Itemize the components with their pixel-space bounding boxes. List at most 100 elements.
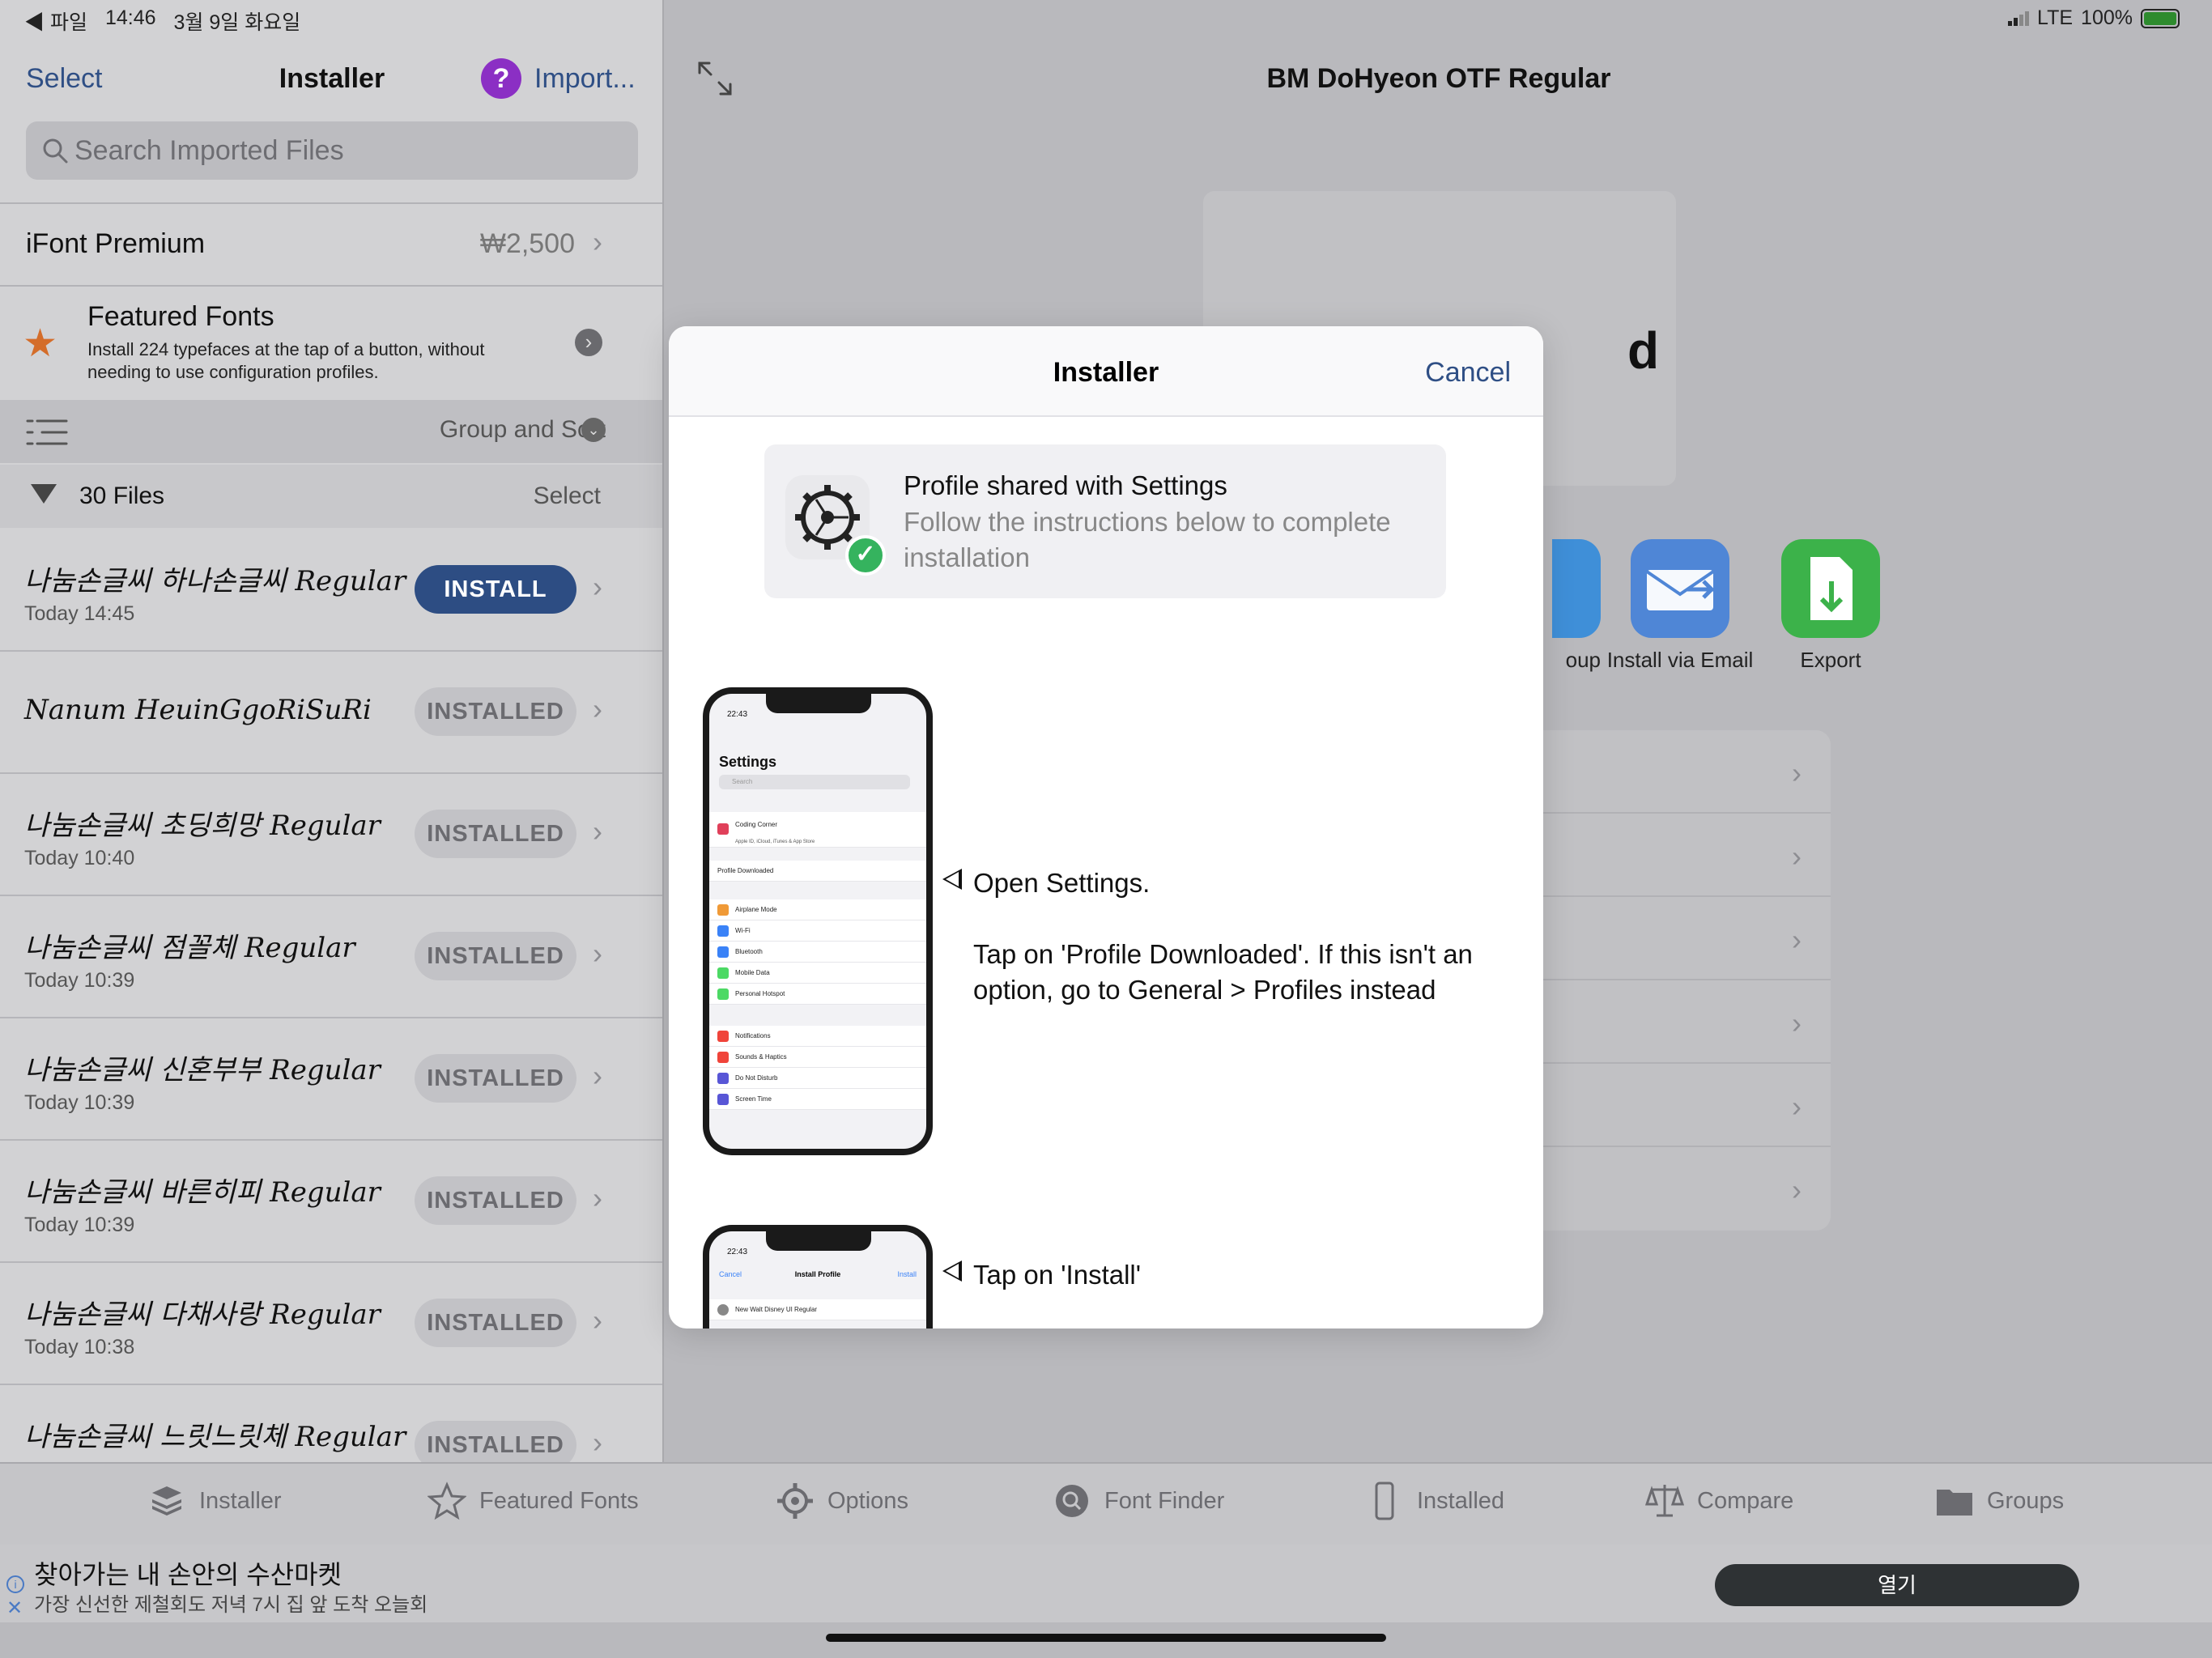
font-name: Nanum HeuinGgoRiSuRi	[24, 694, 372, 726]
font-row[interactable]: 나눔손글씨 초딩희망 Regular Today 10:40 INSTALLED…	[0, 774, 662, 896]
font-date: Today 10:39	[24, 969, 135, 992]
ifont-premium-row[interactable]: iFont Premium ₩2,500 ›	[0, 204, 662, 285]
installed-button[interactable]: INSTALLED	[415, 1176, 576, 1225]
featured-fonts-row[interactable]: ★ Featured Fonts Install 224 typefaces a…	[0, 287, 662, 398]
phone-install-profile-heading: Install Profile	[794, 1270, 841, 1278]
search-icon	[43, 138, 68, 164]
font-date: Today 10:38	[24, 1336, 135, 1358]
options-row[interactable]: ›	[1504, 897, 1831, 980]
tab-installer[interactable]: Installer	[147, 1482, 282, 1520]
tab-installed[interactable]: Installed	[1365, 1482, 1504, 1520]
import-button[interactable]: Import...	[534, 63, 636, 95]
phone-search: Search	[719, 775, 910, 789]
installed-button[interactable]: INSTALLED	[415, 1054, 576, 1103]
installed-button[interactable]: INSTALLED	[415, 687, 576, 736]
chevron-right-icon: ›	[593, 937, 602, 970]
settings-phone-illustration: 22:43 Settings Search Coding Corner Appl…	[703, 687, 933, 1155]
back-to-files-link[interactable]: ◀ 파일	[24, 6, 87, 36]
preview-glyph: d	[1627, 321, 1660, 380]
gear-icon	[777, 1483, 813, 1519]
installed-button[interactable]: INSTALLED	[415, 1421, 576, 1462]
ad-close-icon[interactable]: ✕	[6, 1596, 23, 1620]
phone-account-name: Coding Corner	[735, 821, 778, 828]
star-icon: ★	[23, 322, 58, 365]
home-indicator[interactable]	[826, 1634, 1386, 1642]
ad-open-button[interactable]: 열기	[1715, 1564, 2079, 1606]
help-icon[interactable]: ?	[481, 58, 521, 99]
gear-icon	[717, 1304, 729, 1316]
phone-notch	[766, 694, 871, 713]
font-row[interactable]: 나눔손글씨 하나손글씨 Regular Today 14:45 INSTALL …	[0, 529, 662, 652]
installed-button[interactable]: INSTALLED	[415, 932, 576, 980]
font-row[interactable]: Nanum HeuinGgoRiSuRi INSTALLED ›	[0, 652, 662, 774]
phone-profile-downloaded: Profile Downloaded	[709, 861, 926, 882]
chevron-right-icon: ›	[593, 225, 602, 258]
font-row[interactable]: 나눔손글씨 느릿느릿체 Regular INSTALLED ›	[0, 1385, 662, 1462]
featured-description: Install 224 typefaces at the tap of a bu…	[87, 339, 485, 382]
ad-banner[interactable]: i ✕ 찾아가는 내 손안의 수산마켓 가장 신선한 제철회도 저녁 7시 집 …	[0, 1545, 2212, 1622]
tab-label: Featured Fonts	[479, 1487, 639, 1514]
phone-row: Airplane Mode	[709, 899, 926, 920]
phone-row: Sounds & Haptics	[709, 1047, 926, 1068]
tab-groups[interactable]: Groups	[1935, 1482, 2064, 1520]
installed-button[interactable]: INSTALLED	[415, 810, 576, 858]
status-time: 14:46	[104, 6, 156, 29]
phone-install: Install	[897, 1270, 917, 1278]
chevron-circle-icon[interactable]: ›	[575, 329, 602, 356]
phone-row: Personal Hotspot	[709, 984, 926, 1005]
featured-title: Featured Fonts	[87, 301, 274, 332]
airplane-icon	[717, 904, 729, 916]
font-date: Today 10:40	[24, 847, 135, 869]
ad-title: 찾아가는 내 손안의 수산마켓	[34, 1560, 342, 1589]
battery-icon	[2141, 8, 2180, 28]
phone-row-label: Wi-Fi	[735, 927, 751, 934]
pointer-arrow-icon	[942, 1261, 962, 1282]
font-row[interactable]: 나눔손글씨 바른히피 Regular Today 10:39 INSTALLED…	[0, 1141, 662, 1263]
font-date: Today 14:45	[24, 602, 135, 625]
tab-label: Groups	[1987, 1487, 2065, 1514]
install-button[interactable]: INSTALL	[415, 565, 576, 614]
ad-info-icon[interactable]: i	[6, 1575, 24, 1593]
hotspot-icon	[717, 988, 729, 1000]
installer-nav-bar: Select Installer ? Import...	[0, 57, 662, 105]
signal-icon	[2008, 11, 2030, 26]
tab-font-finder[interactable]: Font Finder	[1053, 1482, 1224, 1520]
tab-featured-fonts[interactable]: Featured Fonts	[428, 1482, 639, 1520]
font-name: 나눔손글씨 바른히피 Regular	[24, 1176, 381, 1209]
mobile-data-icon	[717, 967, 729, 979]
chevron-right-icon: ›	[1792, 756, 1802, 789]
chevron-right-icon: ›	[1792, 1006, 1802, 1039]
phone-connectivity-group: Airplane Mode Wi-Fi Bluetooth Mobile Dat…	[709, 899, 926, 1005]
tab-label: Installed	[1417, 1487, 1505, 1514]
phone-row: Do Not Disturb	[709, 1068, 926, 1089]
tab-options[interactable]: Options	[776, 1482, 908, 1520]
tab-compare[interactable]: Compare	[1645, 1482, 1793, 1520]
phone-row-label: New Walt Disney UI Regular	[735, 1306, 818, 1313]
envelope-icon	[1631, 539, 1729, 638]
step-1-open: Open Settings.	[973, 868, 1151, 898]
installed-button[interactable]: INSTALLED	[415, 1299, 576, 1347]
font-row[interactable]: 나눔손글씨 신혼부부 Regular Today 10:39 INSTALLED…	[0, 1018, 662, 1141]
group-and-sort-row[interactable]: Group and Sort ⌄	[0, 400, 662, 463]
search-input[interactable]	[74, 121, 625, 180]
options-row[interactable]: ›	[1504, 980, 1831, 1064]
disclosure-triangle-icon[interactable]	[31, 484, 57, 504]
font-row[interactable]: 나눔손글씨 다채사랑 Regular Today 10:38 INSTALLED…	[0, 1263, 662, 1385]
premium-price: ₩2,500	[479, 228, 575, 259]
folder-icon	[1937, 1490, 1972, 1516]
sounds-icon	[717, 1052, 729, 1063]
chevron-right-icon: ›	[1792, 923, 1802, 956]
font-row[interactable]: 나눔손글씨 점꼴체 Regular Today 10:39 INSTALLED …	[0, 896, 662, 1018]
options-row[interactable]: ›	[1504, 814, 1831, 897]
phone-row: Bluetooth	[709, 942, 926, 963]
export-action[interactable]: Export	[1729, 539, 1932, 673]
cancel-button[interactable]: Cancel	[1425, 357, 1511, 389]
options-row[interactable]: ›	[1504, 1147, 1831, 1231]
font-name: 나눔손글씨 초딩희망 Regular	[24, 810, 381, 842]
options-row[interactable]: ›	[1504, 1064, 1831, 1147]
chevron-right-icon: ›	[593, 1426, 602, 1459]
files-count: 30 Files	[79, 483, 165, 509]
options-row[interactable]: ›	[1504, 730, 1831, 814]
font-list: 나눔손글씨 하나손글씨 Regular Today 14:45 INSTALL …	[0, 529, 662, 1462]
files-select-button[interactable]: Select	[534, 483, 601, 510]
